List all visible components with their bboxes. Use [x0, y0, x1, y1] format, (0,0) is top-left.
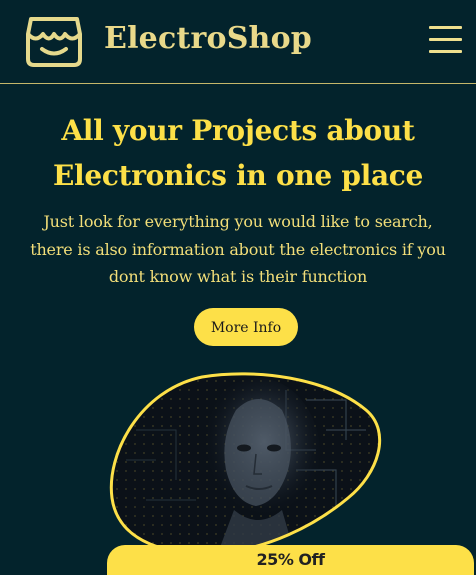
discount-badge: 25% Off: [107, 545, 474, 575]
brand-name[interactable]: ElectroShop: [104, 18, 312, 60]
hero-title-line: All your Projects about: [61, 114, 415, 147]
more-info-button[interactable]: More Info: [194, 308, 298, 346]
hero-description: Just look for everything you would like …: [0, 208, 476, 291]
hero-description-line: Just look for everything you would like …: [43, 212, 433, 231]
hero-description-line: dont know what is their function: [108, 267, 368, 286]
hero-title-line: Electronics in one place: [52, 159, 424, 192]
robot-face-circuit-image: [109, 372, 382, 555]
hero-description-line: there is also information about the elec…: [30, 239, 446, 259]
menu-bar: [429, 26, 462, 29]
menu-bar: [429, 50, 462, 53]
storefront-icon[interactable]: [25, 13, 83, 69]
menu-bar: [429, 38, 462, 41]
hamburger-menu-icon[interactable]: [427, 22, 465, 58]
site-header: ElectroShop: [0, 0, 476, 84]
hero-title: All your Projects about Electronics in o…: [0, 108, 476, 198]
